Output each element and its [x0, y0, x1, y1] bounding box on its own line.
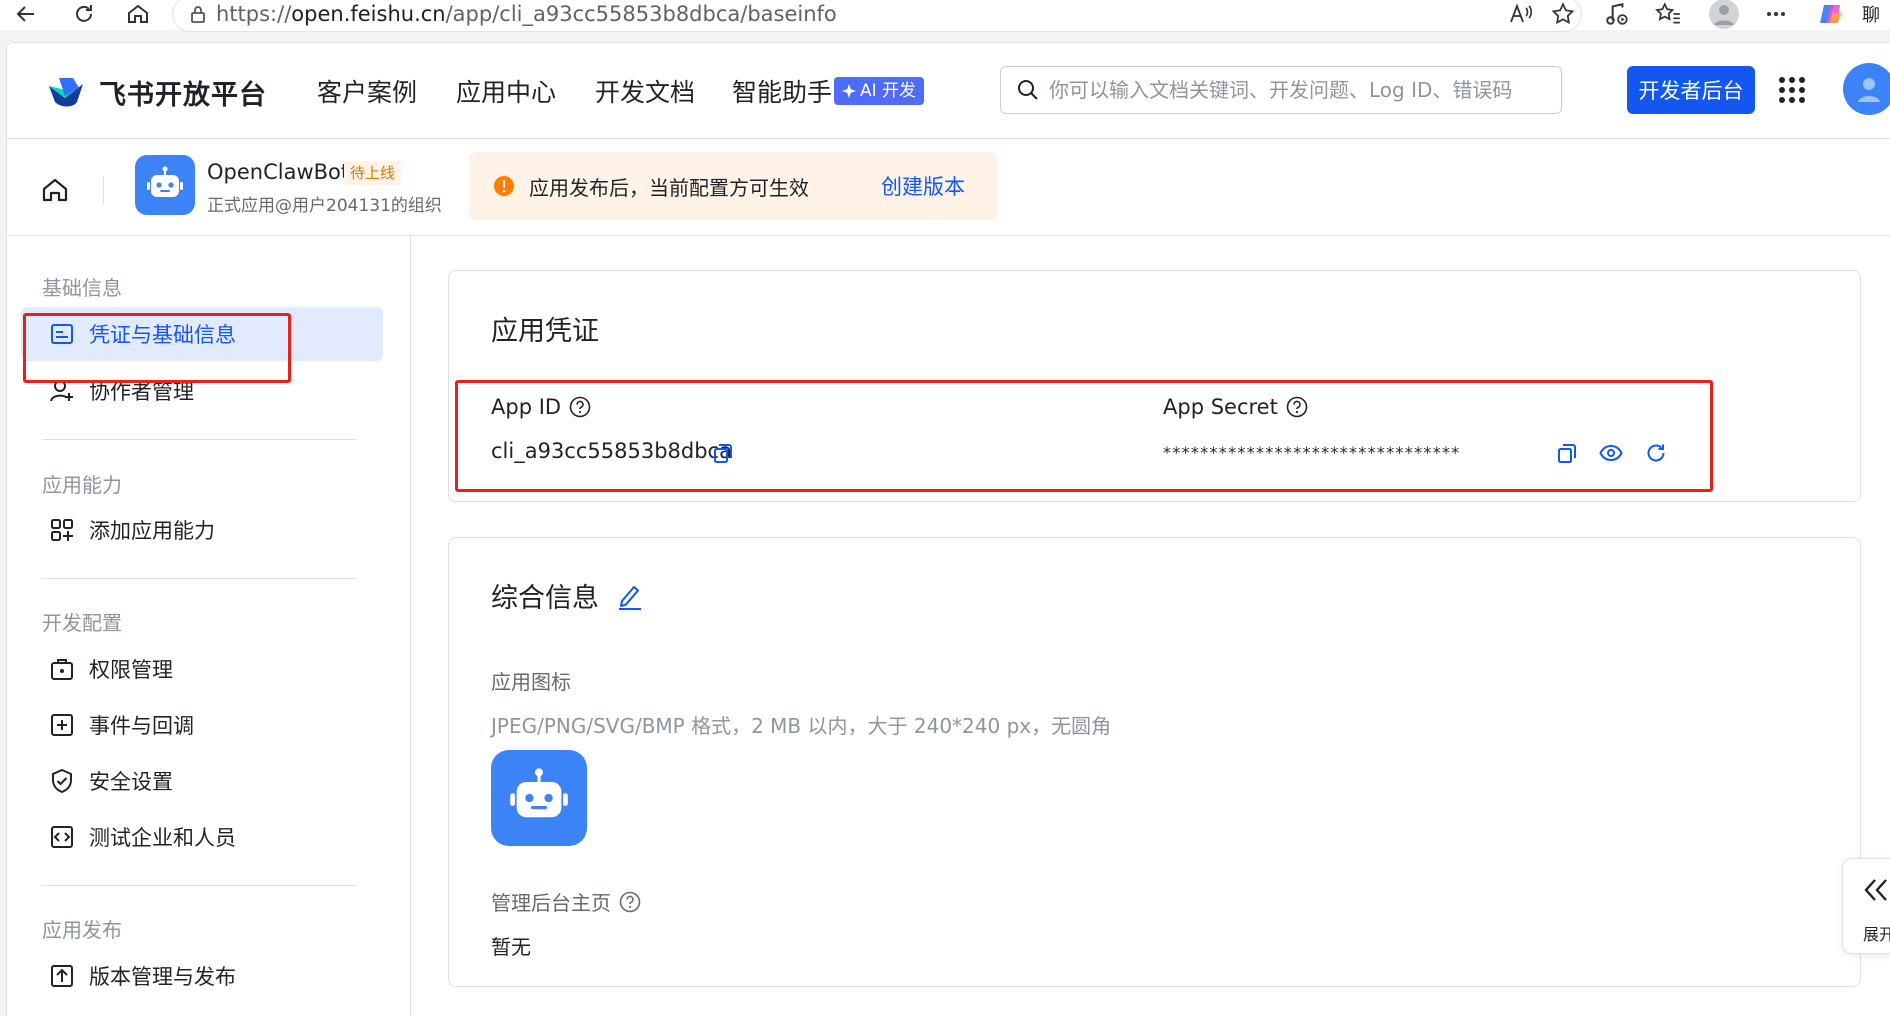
- sidebar-chat-label[interactable]: 聊: [1862, 0, 1880, 28]
- sidebar-item-label: 测试企业和人员: [89, 826, 236, 850]
- sidebar-item-events[interactable]: 事件与回调: [21, 698, 383, 752]
- notice-text: 应用发布后，当前配置方可生效: [529, 175, 809, 200]
- app-icon-label: 应用图标: [491, 670, 571, 694]
- nav-smart-assistant[interactable]: 智能助手: [732, 73, 832, 109]
- admin-home-label: 管理后台主页: [491, 887, 641, 916]
- sidebar-item-label: 安全设置: [89, 770, 173, 794]
- sidebar-group-dev-config: 开发配置: [42, 611, 122, 635]
- sidebar-divider: [42, 578, 357, 579]
- general-info-card: 综合信息 应用图标 JPEG/PNG/SVG/BMP 格式，2 MB 以内，大于…: [448, 537, 1861, 987]
- search-input[interactable]: [1049, 78, 1529, 102]
- sidebar-item-add-capability[interactable]: 添加应用能力: [21, 503, 383, 557]
- robot-icon: [510, 768, 568, 818]
- app-icon: [135, 155, 195, 215]
- highlight-box-credentials: [23, 313, 291, 383]
- shield-icon: [52, 768, 72, 794]
- ai-dev-badge[interactable]: AI 开发: [834, 77, 925, 105]
- developer-console-button[interactable]: 开发者后台: [1627, 66, 1755, 114]
- copilot-icon[interactable]: [1816, 0, 1846, 28]
- nav-customer-cases[interactable]: 客户案例: [317, 73, 417, 109]
- sidebar-item-permissions[interactable]: 权限管理: [21, 642, 383, 696]
- sidebar-item-versions[interactable]: 版本管理与发布: [21, 949, 383, 1003]
- home-icon[interactable]: [41, 176, 69, 204]
- read-aloud-icon[interactable]: [1508, 0, 1534, 28]
- sparkle-icon: [842, 84, 856, 98]
- sidebar-item-test-tenants[interactable]: 测试企业和人员: [21, 810, 383, 864]
- expand-panel-tab[interactable]: 展开: [1842, 858, 1890, 954]
- nav-dev-docs[interactable]: 开发文档: [595, 73, 695, 109]
- edit-pencil-icon[interactable]: [617, 582, 643, 610]
- sidebar-item-label: 权限管理: [89, 658, 173, 682]
- browser-toolbar: https://open.feishu.cn/app/cli_a93cc5585…: [0, 0, 1890, 32]
- home-browser-icon[interactable]: [124, 0, 152, 28]
- app-grid-icon[interactable]: [1779, 77, 1805, 103]
- favorites-list-icon[interactable]: [1654, 0, 1682, 28]
- search-box[interactable]: [1000, 66, 1562, 114]
- ai-badge-label: AI 开发: [860, 81, 917, 101]
- event-add-icon: [51, 714, 73, 736]
- user-icon: [1858, 78, 1880, 102]
- sidebar-group-release: 应用发布: [42, 918, 122, 942]
- profile-icon[interactable]: [1708, 0, 1740, 29]
- brand-name: 飞书开放平台: [99, 80, 267, 111]
- general-info-header: 综合信息: [491, 576, 643, 615]
- admin-home-label-text: 管理后台主页: [491, 891, 611, 915]
- admin-home-value: 暂无: [491, 935, 531, 959]
- favorite-star-icon[interactable]: [1550, 0, 1576, 28]
- media-icon[interactable]: [1604, 0, 1630, 28]
- app-organization: 正式应用@用户204131的组织: [207, 196, 442, 216]
- grid-add-icon: [51, 519, 73, 541]
- sidebar-item-security[interactable]: 安全设置: [21, 754, 383, 808]
- user-avatar[interactable]: [1843, 63, 1890, 115]
- warning-icon: [494, 176, 514, 196]
- double-chevron-left-icon: [1864, 879, 1887, 901]
- app-icon-hint: JPEG/PNG/SVG/BMP 格式，2 MB 以内，大于 240*240 p…: [491, 714, 1112, 738]
- app-window: 飞书开放平台 客户案例 应用中心 开发文档 智能助手 AI 开发 开发者后台 O…: [6, 42, 1890, 1016]
- top-navigation: 飞书开放平台 客户案例 应用中心 开发文档 智能助手 AI 开发 开发者后台: [7, 43, 1890, 139]
- sidebar-group-basic: 基础信息: [42, 276, 122, 300]
- app-header: OpenClawBot 待上线 正式应用@用户204131的组织 应用发布后，当…: [7, 140, 1890, 236]
- sidebar-divider: [42, 885, 357, 886]
- brand-logo[interactable]: 飞书开放平台: [45, 73, 267, 112]
- reload-icon[interactable]: [70, 0, 98, 28]
- url-text[interactable]: https://open.feishu.cn/app/cli_a93cc5585…: [216, 0, 837, 28]
- general-info-title: 综合信息: [491, 583, 599, 614]
- app-name: OpenClawBot: [207, 160, 350, 184]
- status-badge: 待上线: [344, 161, 402, 185]
- app-icon-upload[interactable]: [491, 750, 587, 846]
- sidebar-item-label: 添加应用能力: [89, 519, 215, 543]
- search-icon: [1018, 80, 1038, 100]
- header-divider: [103, 176, 104, 204]
- robot-icon: [147, 166, 183, 197]
- expand-label: 展开: [1863, 925, 1890, 944]
- briefcase-icon: [51, 659, 73, 680]
- more-options-icon[interactable]: [1764, 0, 1788, 28]
- lock-icon[interactable]: [184, 0, 212, 28]
- sidebar-group-capabilities: 应用能力: [42, 473, 122, 497]
- back-icon[interactable]: [12, 0, 40, 28]
- code-box-icon: [51, 826, 73, 848]
- feishu-logo-icon: [49, 77, 83, 106]
- sidebar-item-label: 事件与回调: [89, 714, 194, 738]
- nav-app-center[interactable]: 应用中心: [456, 73, 556, 109]
- credentials-title: 应用凭证: [491, 316, 599, 347]
- sidebar-divider: [42, 439, 357, 440]
- publish-notice-banner: 应用发布后，当前配置方可生效 创建版本: [469, 152, 997, 220]
- help-icon[interactable]: [619, 891, 641, 913]
- upload-box-icon: [51, 965, 73, 987]
- highlight-box-credentials-fields: [455, 380, 1713, 492]
- sidebar-item-label: 版本管理与发布: [89, 965, 236, 989]
- create-version-link[interactable]: 创建版本: [881, 171, 965, 201]
